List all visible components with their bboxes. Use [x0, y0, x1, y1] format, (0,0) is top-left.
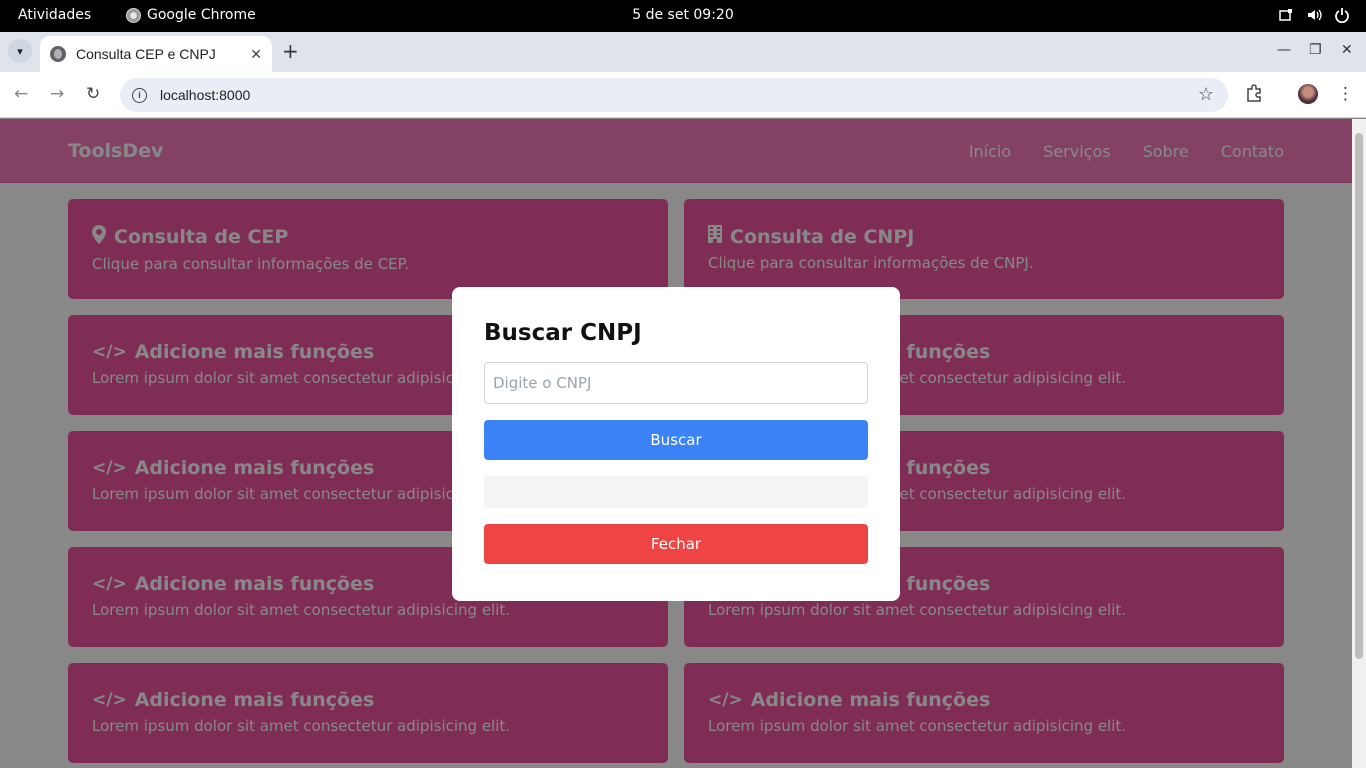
chevron-down-icon: ▾	[17, 44, 23, 58]
tab-strip: ▾ Consulta CEP e CNPJ ✕ + — ❐ ✕	[0, 32, 1366, 72]
system-tray[interactable]	[1278, 7, 1350, 24]
scrollbar-thumb[interactable]	[1355, 133, 1363, 659]
minimize-icon[interactable]: —	[1277, 42, 1291, 58]
back-icon[interactable]: ←	[14, 84, 28, 104]
url-text[interactable]: localhost:8000	[160, 87, 250, 103]
volume-icon[interactable]	[1306, 7, 1322, 23]
reload-icon[interactable]: ↻	[86, 84, 100, 104]
result-box	[484, 476, 868, 508]
cnpj-input[interactable]	[484, 362, 868, 404]
power-icon[interactable]	[1334, 7, 1350, 24]
search-button[interactable]: Buscar	[484, 420, 868, 460]
menu-dots-icon[interactable]: ⋮	[1337, 84, 1354, 104]
address-bar[interactable]: i localhost:8000 ☆	[120, 78, 1228, 112]
browser-tab[interactable]: Consulta CEP e CNPJ ✕	[40, 36, 272, 72]
accessibility-icon[interactable]	[1278, 7, 1294, 23]
page-scrollbar[interactable]	[1352, 119, 1366, 768]
close-window-icon[interactable]: ✕	[1341, 42, 1353, 58]
cnpj-search-modal: Buscar CNPJ Buscar Fechar	[452, 287, 900, 601]
site-info-icon[interactable]: i	[132, 87, 147, 103]
os-top-bar: Atividades Google Chrome 5 de set 09:20	[0, 0, 1366, 32]
close-button[interactable]: Fechar	[484, 524, 868, 564]
close-tab-icon[interactable]: ✕	[250, 46, 262, 63]
bookmark-star-icon[interactable]: ☆	[1198, 84, 1214, 105]
globe-icon	[50, 46, 66, 62]
extensions-icon[interactable]	[1245, 84, 1263, 107]
forward-icon[interactable]: →	[50, 84, 64, 104]
browser-toolbar: ← → ↻ i localhost:8000 ☆ ⋮	[0, 72, 1366, 118]
tab-search-button[interactable]: ▾	[8, 39, 32, 63]
maximize-icon[interactable]: ❐	[1309, 42, 1322, 58]
tab-title: Consulta CEP e CNPJ	[76, 46, 216, 62]
new-tab-button[interactable]: +	[282, 40, 299, 62]
modal-title: Buscar CNPJ	[484, 320, 642, 346]
profile-avatar[interactable]	[1298, 84, 1318, 104]
clock[interactable]: 5 de set 09:20	[0, 7, 1366, 23]
page-viewport: ToolsDev Início Serviços Sobre Contato C…	[0, 119, 1352, 768]
